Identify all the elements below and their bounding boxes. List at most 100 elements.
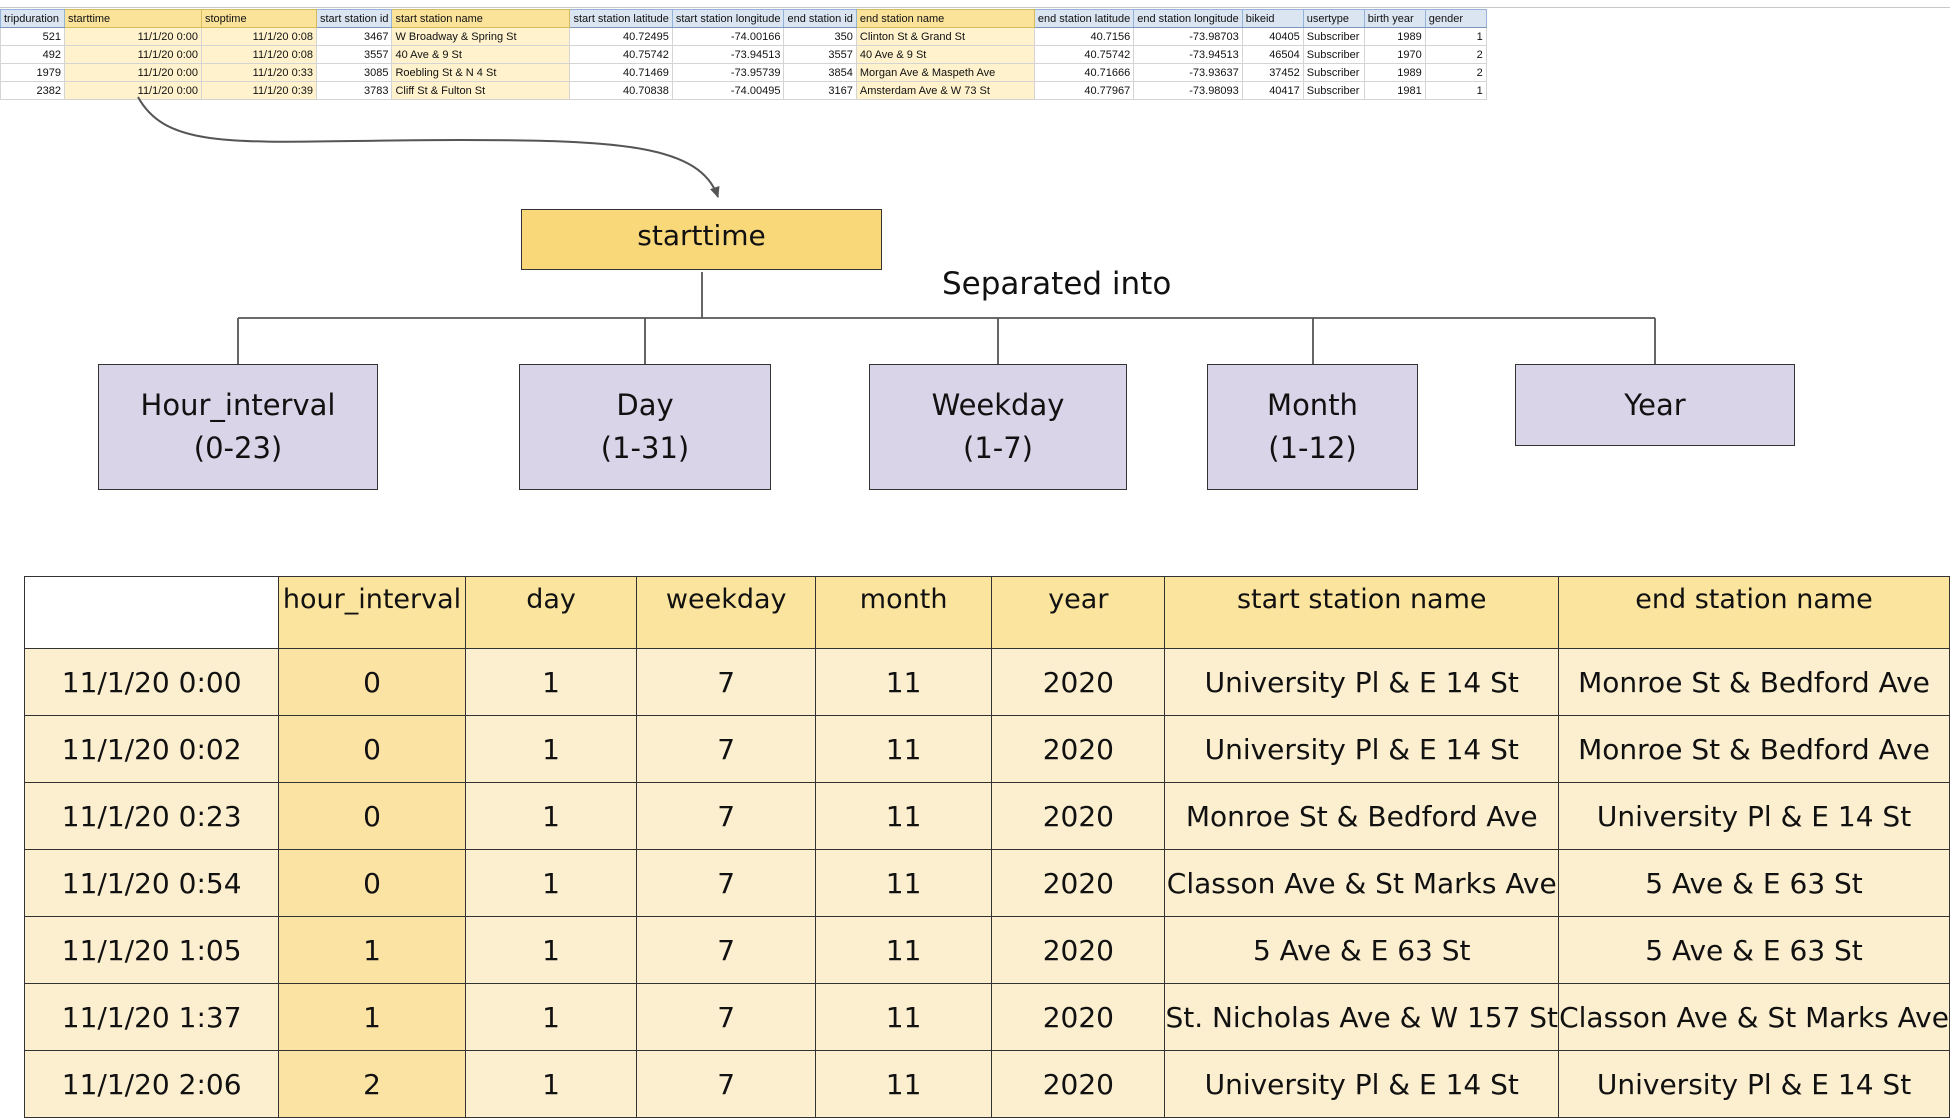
sheet-cell: 40.75742 — [1033, 45, 1135, 64]
sheet-cell: 3167 — [783, 81, 857, 100]
result-row: 11/1/20 0:54 0 1 7 11 2020 Classon Ave & St Ma… — [23, 849, 1950, 917]
sheet-header-cell: starttime — [64, 9, 202, 28]
sheet-cell: 350 — [783, 27, 857, 46]
cell-end-station-name: 5 Ave & E 63 St — [1558, 849, 1950, 917]
cell-year: 2020 — [991, 849, 1166, 917]
cell-start-station-name: Classon Ave & St Marks Ave — [1164, 849, 1560, 917]
box-name: Month — [1267, 388, 1358, 422]
cell-start-station-name: St. Nicholas Ave & W 157 St — [1164, 983, 1560, 1051]
sheet-cell: 40405 — [1241, 27, 1304, 46]
sheet-cell: 1981 — [1363, 81, 1426, 100]
sheet-cell: 40 Ave & 9 St — [391, 45, 571, 64]
sheet-cell: 1 — [1424, 81, 1487, 100]
box-range: (1-12) — [1268, 431, 1357, 465]
cell-weekday: 7 — [636, 983, 816, 1051]
sheet-cell: 46504 — [1241, 45, 1304, 64]
cell-starttime: 11/1/20 0:23 — [23, 782, 280, 850]
box-name: Weekday — [931, 388, 1065, 422]
sheet-cell: 2382 — [0, 81, 65, 100]
cell-hour-interval: 2 — [278, 1050, 466, 1118]
hour-interval-box: Hour_interval (0-23) — [98, 364, 378, 490]
sheet-cell: 40.71666 — [1033, 63, 1135, 82]
sheet-cell: 40.71469 — [569, 63, 673, 82]
cell-day: 1 — [464, 782, 638, 850]
sheet-cell: -73.98093 — [1133, 81, 1243, 100]
sheet-header-cell: birth year — [1363, 9, 1426, 28]
sheet-cell: 11/1/20 0:00 — [64, 27, 202, 46]
cell-day: 1 — [464, 648, 638, 716]
sheet-cell: Morgan Ave & Maspeth Ave — [855, 63, 1035, 82]
sheet-cell: 40417 — [1241, 81, 1304, 100]
cell-end-station-name: University Pl & E 14 St — [1558, 1050, 1950, 1118]
result-header-row: hour_interval day weekday month year sta… — [23, 576, 1950, 649]
result-row: 11/1/20 0:00 0 1 7 11 2020 University Pl & E 1… — [23, 648, 1950, 716]
sheet-cell: 3085 — [315, 63, 393, 82]
sheet-cell: 3557 — [783, 45, 857, 64]
result-table: hour_interval day weekday month year sta… — [23, 576, 1950, 1118]
sheet-cell: 11/1/20 0:08 — [201, 45, 317, 64]
cell-month: 11 — [814, 1050, 993, 1118]
result-row: 11/1/20 1:05 1 1 7 11 2020 5 Ave & E 63 St 5 Av… — [23, 916, 1950, 984]
sheet-cell: -73.94513 — [671, 45, 785, 64]
box-name: Day — [616, 388, 674, 422]
header-month: month — [814, 576, 993, 649]
sheet-row: 2382 11/1/20 0:00 11/1/20 0:39 3783 Cliff St… — [0, 81, 1487, 100]
sheet-cell: 1979 — [0, 63, 65, 82]
cell-day: 1 — [464, 1050, 638, 1118]
sheet-header-cell: gender — [1424, 9, 1487, 28]
cell-year: 2020 — [991, 983, 1166, 1051]
sheet-cell: 1989 — [1363, 27, 1426, 46]
cell-hour-interval: 0 — [278, 648, 466, 716]
header-day: day — [464, 576, 638, 649]
sheet-cell: 521 — [0, 27, 65, 46]
cell-starttime: 11/1/20 1:37 — [23, 983, 280, 1051]
sheet-cell: W Broadway & Spring St — [391, 27, 571, 46]
result-row: 11/1/20 0:02 0 1 7 11 2020 University Pl & E 1… — [23, 715, 1950, 783]
sheet-cell: Clinton St & Grand St — [855, 27, 1035, 46]
sheet-cell: 492 — [0, 45, 65, 64]
cell-end-station-name: Classon Ave & St Marks Ave — [1558, 983, 1950, 1051]
sheet-header-cell: usertype — [1302, 9, 1365, 28]
sheet-cell: 3854 — [783, 63, 857, 82]
sheet-header-cell: start station latitude — [569, 9, 673, 28]
cell-start-station-name: University Pl & E 14 St — [1164, 648, 1560, 716]
sheet-cell: -74.00495 — [671, 81, 785, 100]
separated-into-caption: Separated into — [942, 266, 1172, 302]
sheet-cell: -73.94513 — [1133, 45, 1243, 64]
cell-weekday: 7 — [636, 1050, 816, 1118]
sheet-cell: 11/1/20 0:00 — [64, 63, 202, 82]
box-range: (1-7) — [963, 431, 1033, 465]
sheet-cell: 40.7156 — [1033, 27, 1135, 46]
cell-starttime: 11/1/20 0:02 — [23, 715, 280, 783]
sheet-cell: 3557 — [315, 45, 393, 64]
sheet-cell: Subscriber — [1302, 27, 1365, 46]
curved-arrow — [137, 96, 720, 198]
cell-year: 2020 — [991, 715, 1166, 783]
cell-end-station-name: Monroe St & Bedford Ave — [1558, 648, 1950, 716]
cell-year: 2020 — [991, 782, 1166, 850]
cell-start-station-name: University Pl & E 14 St — [1164, 1050, 1560, 1118]
sheet-cell: -73.93637 — [1133, 63, 1243, 82]
box-range: (0-23) — [193, 431, 283, 465]
cell-start-station-name: 5 Ave & E 63 St — [1164, 916, 1560, 984]
sheet-header-cell: start station longitude — [671, 9, 785, 28]
cell-hour-interval: 0 — [278, 849, 466, 917]
sheet-cell: 11/1/20 0:39 — [201, 81, 317, 100]
cell-month: 11 — [814, 983, 993, 1051]
box-range: (1-31) — [600, 431, 690, 465]
sheet-cell: Roebling St & N 4 St — [391, 63, 571, 82]
sheet-header-cell: end station name — [855, 9, 1035, 28]
top-divider — [0, 7, 1950, 8]
sheet-cell: 40 Ave & 9 St — [855, 45, 1035, 64]
sheet-cell: Subscriber — [1302, 45, 1365, 64]
sheet-cell: 3783 — [315, 81, 393, 100]
cell-day: 1 — [464, 983, 638, 1051]
cell-month: 11 — [814, 648, 993, 716]
sheet-cell: 1989 — [1363, 63, 1426, 82]
sheet-cell: Subscriber — [1302, 81, 1365, 100]
sheet-cell: 11/1/20 0:08 — [201, 27, 317, 46]
cell-starttime: 11/1/20 0:00 — [23, 648, 280, 716]
result-row: 11/1/20 0:23 0 1 7 11 2020 Monroe St & Bedford… — [23, 782, 1950, 850]
header-blank — [23, 576, 280, 649]
cell-year: 2020 — [991, 648, 1166, 716]
